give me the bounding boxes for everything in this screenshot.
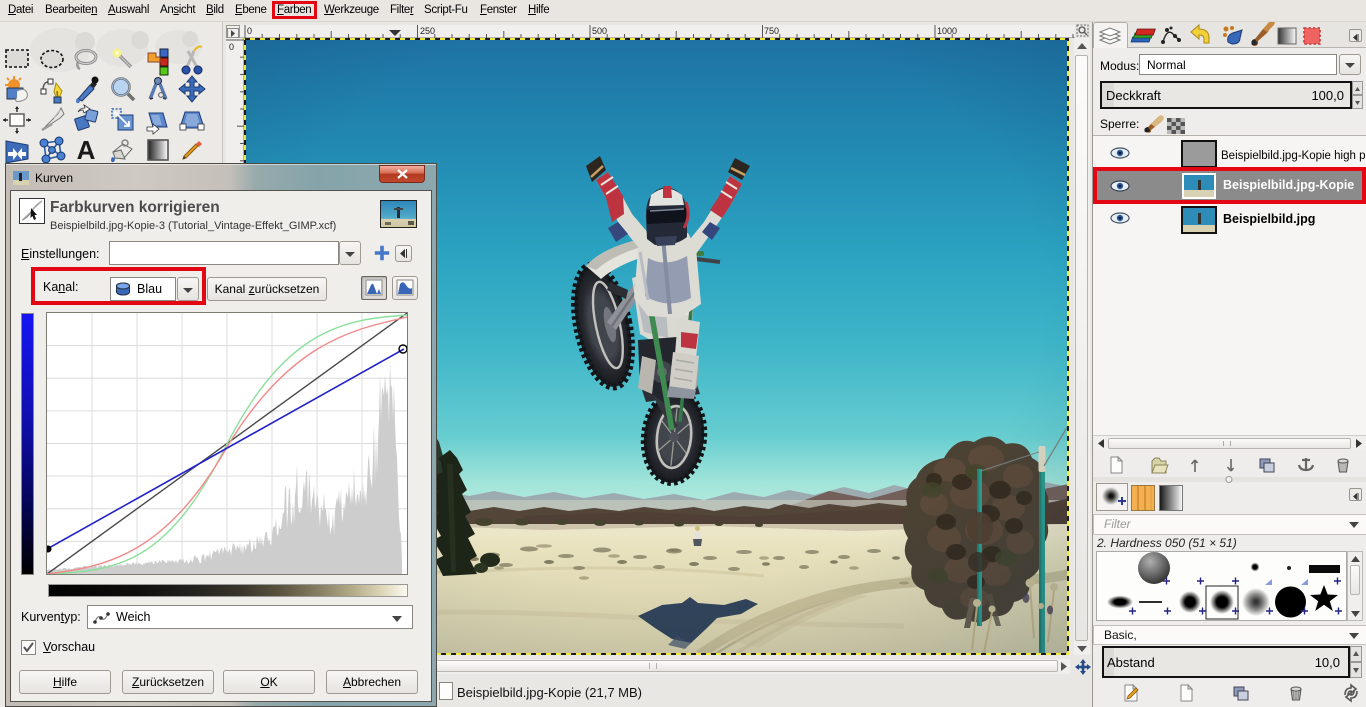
- svg-text:500: 500: [592, 26, 607, 36]
- svg-text:0: 0: [229, 42, 234, 52]
- svg-text:0: 0: [247, 26, 252, 36]
- svg-text:A: A: [77, 135, 96, 165]
- svg-text:1000: 1000: [937, 26, 957, 36]
- svg-text:750: 750: [764, 26, 779, 36]
- svg-text:250: 250: [420, 26, 435, 36]
